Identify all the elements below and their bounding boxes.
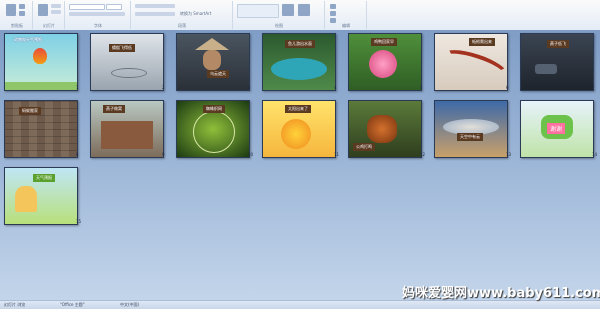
- reset-button[interactable]: [51, 10, 61, 14]
- convert-smartart-button[interactable]: 转换为 SmartArt: [180, 11, 211, 17]
- cut-icon[interactable]: [19, 4, 25, 9]
- ribbon-group-label: 幻灯片: [43, 23, 55, 28]
- slide-thumbnail[interactable]: 乌云遮天: [176, 33, 250, 91]
- slide-title: 天空中有云: [457, 133, 483, 141]
- slide-title: 蚯蚓爬出来: [469, 38, 495, 46]
- ribbon-group-clipboard: 剪贴板: [2, 1, 33, 29]
- paste-icon[interactable]: [6, 4, 16, 16]
- pond-image: [271, 58, 327, 80]
- slide-number: 14: [592, 152, 598, 157]
- font-size-select[interactable]: [106, 4, 122, 10]
- face-image: [203, 50, 221, 70]
- find-icon[interactable]: [330, 4, 336, 9]
- slide-number: 10: [248, 152, 254, 157]
- car-image: [535, 64, 557, 74]
- ribbon-group-slides: 幻灯片: [34, 1, 65, 29]
- ribbon-group-label: 剪贴板: [11, 23, 23, 28]
- ribbon-group-font: 字体: [66, 1, 131, 29]
- watermark-text: 妈咪爱婴网www.baby611.com: [402, 286, 600, 301]
- ribbon-group-label: 绘图: [275, 23, 283, 28]
- slide-number: 7: [592, 85, 595, 90]
- hat-image: [195, 38, 229, 50]
- mushroom-house-image: [15, 186, 37, 212]
- slide-title: 燕子做窝: [103, 105, 125, 113]
- slide-thumbnail[interactable]: 燕子做窝: [90, 100, 164, 158]
- layout-button[interactable]: [51, 4, 61, 8]
- slide-number: 2: [162, 85, 165, 90]
- brick-wall-image: [5, 101, 77, 157]
- lotus-image: [369, 50, 397, 78]
- rooster-image: [367, 115, 397, 143]
- slide-title: 燕子低飞: [547, 40, 569, 48]
- font-format-buttons[interactable]: [69, 12, 125, 16]
- slide-thumbnail[interactable]: 蜻蜓飞得低: [90, 33, 164, 91]
- slide-number: 1: [76, 85, 79, 90]
- slide-thumbnail[interactable]: 动物和天气预报: [4, 33, 78, 91]
- slide-thumbnail[interactable]: 谢谢: [520, 100, 594, 158]
- ribbon-group-drawing: 绘图: [234, 1, 325, 29]
- slide-number: 15: [76, 219, 82, 224]
- slide-title: 公鸡打鸣: [353, 143, 375, 151]
- ribbon-group-label: 字体: [94, 23, 102, 28]
- slide-thumbnail[interactable]: 公鸡打鸣: [348, 100, 422, 158]
- slide-number: 5: [420, 85, 423, 90]
- shapes-gallery[interactable]: [237, 4, 279, 18]
- list-buttons[interactable]: [135, 4, 175, 8]
- replace-icon[interactable]: [330, 11, 336, 16]
- align-buttons[interactable]: [135, 12, 175, 16]
- slide-number: 9: [162, 152, 165, 157]
- slide-sorter-workspace[interactable]: 动物和天气预报 1 蜻蜓飞得低 2 乌云遮天 3 鱼儿游出水面 4 鸡鸭回家早 …: [0, 30, 600, 300]
- slide-number: 4: [334, 85, 337, 90]
- slide-title: 蚂蚁搬家: [19, 107, 41, 115]
- slide-thumbnail[interactable]: 鱼儿游出水面: [262, 33, 336, 91]
- status-view: 幻灯片 浏览: [4, 302, 26, 307]
- ribbon: 剪贴板 幻灯片 字体 转换为 SmartArt 段落 绘图 编辑: [0, 0, 600, 31]
- slide-thumbnail[interactable]: 蜘蛛织网: [176, 100, 250, 158]
- ribbon-group-editing: 编辑: [326, 1, 367, 29]
- worm-image: [439, 44, 507, 86]
- new-slide-icon[interactable]: [38, 4, 48, 16]
- status-theme: "Office 主题": [60, 302, 85, 307]
- slide-title: 乌云遮天: [207, 70, 229, 78]
- slide-thumbnail[interactable]: 鸡鸭回家早: [348, 33, 422, 91]
- slide-title: 鱼儿游出水面: [285, 40, 315, 48]
- slide-title: 太阳出来了: [285, 105, 311, 113]
- ribbon-group-paragraph: 转换为 SmartArt 段落: [132, 1, 233, 29]
- slide-title: 蜘蛛织网: [203, 105, 225, 113]
- ribbon-group-label: 段落: [178, 23, 186, 28]
- slide-number: 11: [334, 152, 340, 157]
- slide-number: 13: [506, 152, 512, 157]
- slide-number: 6: [506, 85, 509, 90]
- quick-styles-icon[interactable]: [298, 4, 310, 16]
- slide-number: 12: [420, 152, 426, 157]
- house-image: [101, 121, 153, 149]
- slide-thumbnail[interactable]: 蚂蚁搬家: [4, 100, 78, 158]
- copy-icon[interactable]: [19, 11, 25, 16]
- font-name-select[interactable]: [69, 4, 105, 10]
- slide-title: 天气预报: [33, 174, 55, 182]
- slide-number: 3: [248, 85, 251, 90]
- slide-number: 8: [76, 152, 79, 157]
- spider-web-image: [193, 111, 235, 153]
- slide-thumbnail[interactable]: 天空中有云: [434, 100, 508, 158]
- arrange-icon[interactable]: [282, 4, 294, 16]
- slide-title: 鸡鸭回家早: [371, 38, 397, 46]
- slide-thumbnail[interactable]: 太阳出来了: [262, 100, 336, 158]
- ripple-image: [111, 68, 147, 78]
- status-language: 中文(中国): [120, 302, 140, 307]
- balloon-image: [33, 48, 47, 64]
- sun-image: [281, 119, 311, 149]
- slide-title: 谢谢: [547, 123, 566, 134]
- grass-image: [5, 82, 77, 90]
- slide-title: 蜻蜓飞得低: [109, 44, 135, 52]
- slide-title: 动物和天气预报: [14, 37, 42, 42]
- slide-thumbnail[interactable]: 天气预报: [4, 167, 78, 225]
- slide-thumbnail[interactable]: 蚯蚓爬出来: [434, 33, 508, 91]
- ribbon-group-label: 编辑: [342, 23, 350, 28]
- slide-thumbnail[interactable]: 燕子低飞: [520, 33, 594, 91]
